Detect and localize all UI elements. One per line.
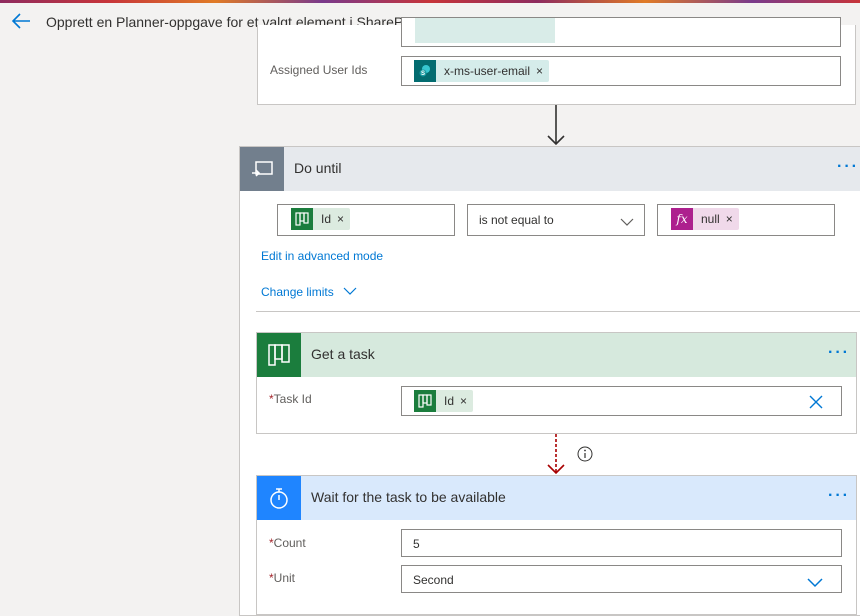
assigned-user-ids-label: Assigned User Ids <box>270 63 368 77</box>
previous-field[interactable] <box>401 17 841 47</box>
remove-token-icon[interactable]: × <box>337 212 350 226</box>
condition-left-field[interactable]: Id × <box>277 204 455 236</box>
condition-right-field[interactable]: fx null × <box>657 204 835 236</box>
svg-text:S: S <box>421 71 425 77</box>
null-token[interactable]: fx null × <box>671 208 739 230</box>
more-options-icon[interactable]: ··· <box>828 344 850 362</box>
count-input[interactable]: 5 <box>401 529 842 557</box>
previous-token <box>415 18 555 43</box>
clear-field-icon[interactable] <box>809 395 823 414</box>
remove-token-icon[interactable]: × <box>726 212 739 226</box>
edit-advanced-mode-link[interactable]: Edit in advanced mode <box>261 249 383 263</box>
get-task-title: Get a task <box>311 346 375 362</box>
get-task-header[interactable]: Get a task ··· <box>257 333 856 377</box>
more-options-icon[interactable]: ··· <box>837 158 859 176</box>
task-id-token[interactable]: Id × <box>414 390 474 412</box>
do-until-title: Do until <box>294 160 342 176</box>
assigned-user-token[interactable]: S x-ms-user-email × <box>414 60 550 82</box>
planner-icon <box>291 208 313 230</box>
run-after-connector <box>547 434 565 475</box>
get-task-card: Get a task ··· *Task Id Id × <box>256 332 857 434</box>
unit-select[interactable]: Second <box>401 565 842 593</box>
wait-card: Wait for the task to be available ··· *C… <box>256 475 857 615</box>
task-id-label: *Task Id <box>269 392 312 406</box>
chevron-down-icon <box>620 214 634 232</box>
id-token[interactable]: Id × <box>291 208 351 230</box>
task-id-field[interactable]: Id × <box>401 386 842 416</box>
chevron-down-icon <box>343 287 357 295</box>
wait-header[interactable]: Wait for the task to be available ··· <box>257 476 856 520</box>
back-arrow-icon[interactable] <box>10 11 32 31</box>
fx-icon: fx <box>671 208 693 230</box>
sharepoint-icon: S <box>414 60 436 82</box>
assigned-user-ids-field[interactable]: S x-ms-user-email × <box>401 56 841 86</box>
loop-icon <box>240 147 284 191</box>
planner-icon <box>414 390 436 412</box>
operator-select[interactable]: is not equal to <box>467 204 645 236</box>
remove-token-icon[interactable]: × <box>460 394 473 408</box>
count-label: *Count <box>269 536 306 550</box>
divider <box>256 311 860 312</box>
more-options-icon[interactable]: ··· <box>828 487 850 505</box>
info-icon[interactable] <box>577 446 593 467</box>
unit-label: *Unit <box>269 571 296 585</box>
chevron-down-icon <box>807 575 823 593</box>
do-until-header[interactable]: Do until ··· <box>240 147 860 191</box>
change-limits-link[interactable]: Change limits <box>261 285 357 299</box>
connector-arrow <box>547 105 565 146</box>
planner-icon <box>257 333 301 377</box>
remove-token-icon[interactable]: × <box>536 64 549 78</box>
operator-value: is not equal to <box>479 213 554 227</box>
previous-action-card: Assigned User Ids S x-ms-user-email × <box>257 17 856 105</box>
wait-title: Wait for the task to be available <box>311 489 506 505</box>
stopwatch-icon <box>257 476 301 520</box>
